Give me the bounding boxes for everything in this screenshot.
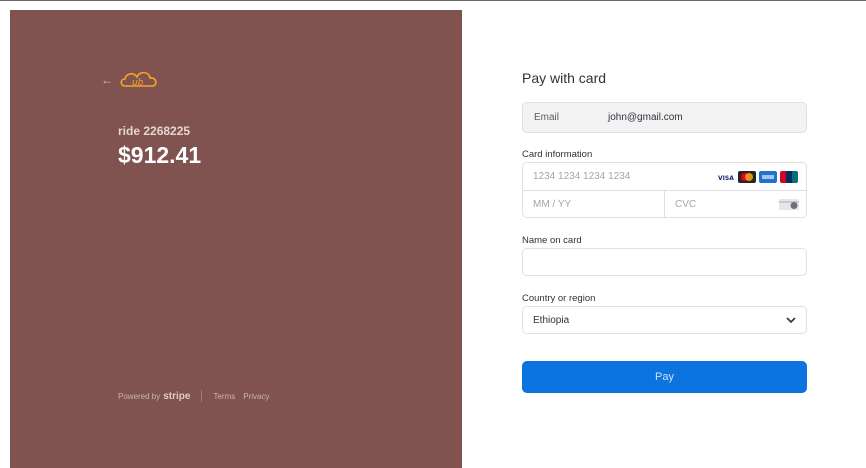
merchant-panel: ← ub ride 2268225 $912.41 Powered by str… — [10, 10, 462, 468]
email-field[interactable]: Email john@gmail.com — [522, 102, 807, 133]
amex-icon — [759, 171, 777, 183]
email-label: Email — [534, 112, 560, 123]
top-divider — [0, 0, 866, 1]
terms-link[interactable]: Terms — [213, 392, 235, 401]
merchant-logo: ub — [120, 71, 157, 88]
stripe-logo[interactable]: stripe — [163, 391, 190, 402]
card-info-label: Card information — [522, 149, 593, 160]
privacy-link[interactable]: Privacy — [243, 392, 269, 401]
payment-form: Pay with card Email john@gmail.com Card … — [462, 10, 866, 468]
card-info-group: 1234 1234 1234 1234 VISA MM / YY CVC — [522, 162, 807, 218]
country-value: Ethiopia — [533, 314, 570, 326]
expiry-input[interactable]: MM / YY — [523, 191, 665, 218]
visa-icon: VISA — [717, 171, 735, 183]
cvc-card-icon — [779, 199, 799, 210]
pay-button[interactable]: Pay — [522, 361, 807, 393]
cvc-placeholder: CVC — [675, 199, 697, 210]
mastercard-icon — [738, 171, 756, 183]
card-number-placeholder: 1234 1234 1234 1234 — [533, 171, 631, 182]
footer-separator — [201, 390, 203, 402]
unionpay-icon — [780, 171, 798, 183]
amount: $912.41 — [118, 142, 202, 168]
expiry-placeholder: MM / YY — [533, 199, 572, 210]
logo-text: ub — [132, 78, 144, 88]
country-label: Country or region — [522, 293, 596, 304]
form-title: Pay with card — [522, 70, 607, 86]
footer: Powered by stripe Terms Privacy — [118, 390, 278, 402]
merchant-name: ride 2268225 — [118, 124, 191, 138]
name-label: Name on card — [522, 235, 582, 246]
cvc-input[interactable]: CVC — [665, 191, 807, 218]
back-row[interactable]: ← ub — [101, 69, 159, 91]
card-brands: VISA — [717, 171, 798, 183]
powered-by-text: Powered by — [118, 391, 161, 401]
country-select[interactable]: Ethiopia — [522, 306, 807, 334]
email-value: john@gmail.com — [608, 112, 683, 123]
chevron-down-icon — [786, 317, 796, 324]
name-on-card-input[interactable] — [522, 248, 807, 276]
back-arrow-icon[interactable]: ← — [101, 73, 113, 87]
svg-text:VISA: VISA — [718, 175, 734, 182]
